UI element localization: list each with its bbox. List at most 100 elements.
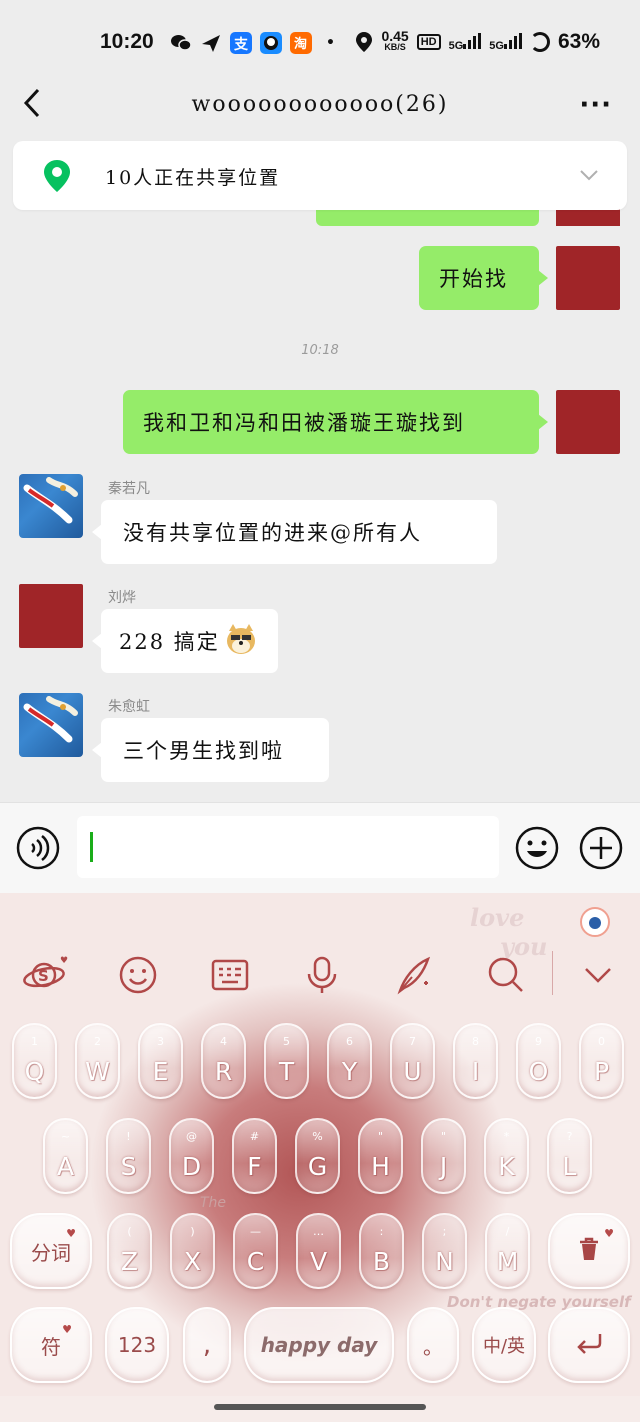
key-sub: 1	[31, 1035, 38, 1048]
key-label: V	[309, 1247, 328, 1276]
key-a[interactable]: ~ A	[43, 1118, 88, 1194]
segment-key-label: 分词	[31, 1240, 71, 1265]
key-t[interactable]: 5T	[264, 1023, 309, 1099]
key-label: Z	[120, 1247, 139, 1276]
bird-app-icon	[260, 32, 282, 54]
emoji-icon[interactable]	[515, 826, 559, 874]
avatar-sender[interactable]	[19, 584, 83, 648]
message-bubble-other[interactable]: 没有共享位置的进来@所有人	[92, 500, 497, 564]
avatar-koi[interactable]	[19, 474, 83, 538]
space-key-label: happy day	[260, 1333, 378, 1357]
key-label: H	[371, 1152, 390, 1181]
keyboard-deco-text: love you	[470, 903, 547, 961]
number-key-label: 123	[117, 1333, 157, 1357]
key-label: M	[496, 1247, 519, 1276]
key-i[interactable]: 8I	[453, 1023, 498, 1099]
signal-bars-icon	[503, 32, 522, 49]
search-icon[interactable]	[486, 955, 526, 995]
key-z[interactable]: (Z	[107, 1213, 152, 1289]
symbol-key[interactable]: 符 ♥	[10, 1307, 92, 1383]
home-indicator[interactable]	[214, 1404, 426, 1410]
key-sub: 6	[346, 1035, 353, 1048]
key-v[interactable]: … V	[296, 1213, 341, 1289]
key-w[interactable]: 2W	[75, 1023, 120, 1099]
key-label: C	[246, 1247, 265, 1276]
avatar-koi[interactable]	[19, 693, 83, 757]
key-e[interactable]: 3E	[138, 1023, 183, 1099]
mic-icon[interactable]	[302, 955, 342, 995]
handwriting-icon[interactable]	[394, 955, 434, 995]
emoji-face-icon[interactable]	[118, 955, 158, 995]
plus-icon[interactable]	[579, 826, 623, 874]
message-input[interactable]	[77, 816, 499, 878]
key-sub: —	[250, 1225, 261, 1238]
message-bubble-other[interactable]: 三个男生找到啦	[92, 718, 329, 782]
battery-percent: 63%	[557, 30, 600, 53]
keyboard-icon[interactable]	[210, 955, 250, 995]
doge-emoji-icon	[224, 622, 258, 661]
comma-key[interactable]: ,	[183, 1307, 231, 1383]
key-label: Q	[24, 1057, 45, 1086]
skin-icon[interactable]: S ♥	[22, 955, 68, 995]
svg-text:♥: ♥	[60, 956, 68, 966]
key-sub: /	[505, 1225, 510, 1238]
key-f[interactable]: # F	[232, 1118, 277, 1194]
message-bubble-me[interactable]: 我和卫和冯和田被潘璇王璇找到	[123, 390, 548, 454]
avatar-me[interactable]	[556, 246, 620, 310]
delete-key[interactable]: ♥	[548, 1213, 630, 1289]
message-text: 我和卫和冯和田被潘璇王璇找到	[143, 411, 465, 435]
key-u[interactable]: 7U	[390, 1023, 435, 1099]
enter-key[interactable]	[548, 1307, 630, 1383]
key-label: P	[593, 1057, 610, 1086]
key-sub: 0	[598, 1035, 605, 1048]
hd-badge: HD	[416, 34, 441, 50]
key-label: B	[372, 1247, 391, 1276]
key-label: D	[181, 1152, 202, 1181]
key-sub: :	[379, 1225, 384, 1238]
key-label: E	[152, 1057, 169, 1086]
space-key[interactable]: happy day	[244, 1307, 394, 1383]
key-q[interactable]: 1Q	[12, 1023, 57, 1099]
key-y[interactable]: 6Y	[327, 1023, 372, 1099]
collapse-icon[interactable]	[578, 955, 618, 995]
message-bubble-other[interactable]: 228 搞定	[92, 609, 278, 673]
location-status-icon	[356, 32, 373, 52]
keyboard-mascot-icon[interactable]	[580, 907, 610, 937]
key-k[interactable]: * K	[484, 1118, 529, 1194]
segment-key[interactable]: 分词 ♥	[10, 1213, 92, 1289]
period-key[interactable]: 。	[407, 1307, 459, 1383]
key-o[interactable]: 9O	[516, 1023, 561, 1099]
key-sub: ~	[60, 1130, 71, 1143]
more-options-button[interactable]: ···	[579, 90, 612, 120]
key-j[interactable]: " J	[421, 1118, 466, 1194]
key-n[interactable]: ; N	[422, 1213, 467, 1289]
avatar-me[interactable]	[556, 390, 620, 454]
key-s[interactable]: ! S	[106, 1118, 151, 1194]
key-x[interactable]: ) X	[170, 1213, 215, 1289]
key-r[interactable]: 4R	[201, 1023, 246, 1099]
svg-text:淘: 淘	[294, 36, 307, 52]
language-switch-key[interactable]: 中/英	[472, 1307, 536, 1383]
key-b[interactable]: :B	[359, 1213, 404, 1289]
comma-key-label: ,	[202, 1330, 212, 1360]
location-share-bar[interactable]: 10人正在共享位置	[13, 141, 627, 210]
key-g[interactable]: % G	[295, 1118, 340, 1194]
key-d[interactable]: @ D	[169, 1118, 214, 1194]
key-sub: "	[377, 1130, 384, 1143]
key-label: J	[439, 1152, 448, 1181]
chevron-down-icon[interactable]	[579, 167, 599, 186]
key-sub: (	[127, 1225, 132, 1238]
key-m[interactable]: / M	[485, 1213, 530, 1289]
key-l[interactable]: ? L	[547, 1118, 592, 1194]
key-h[interactable]: " H	[358, 1118, 403, 1194]
message-bubble-me[interactable]: 开始找	[419, 246, 548, 310]
key-sub: 9	[535, 1035, 542, 1048]
key-sub: %	[312, 1130, 323, 1143]
key-label: T	[278, 1057, 295, 1086]
battery-icon	[529, 32, 550, 52]
key-c[interactable]: — C	[233, 1213, 278, 1289]
number-key[interactable]: 123	[105, 1307, 169, 1383]
sender-name: 刘烨	[108, 590, 136, 606]
key-p[interactable]: 0P	[579, 1023, 624, 1099]
voice-icon[interactable]	[16, 826, 60, 874]
